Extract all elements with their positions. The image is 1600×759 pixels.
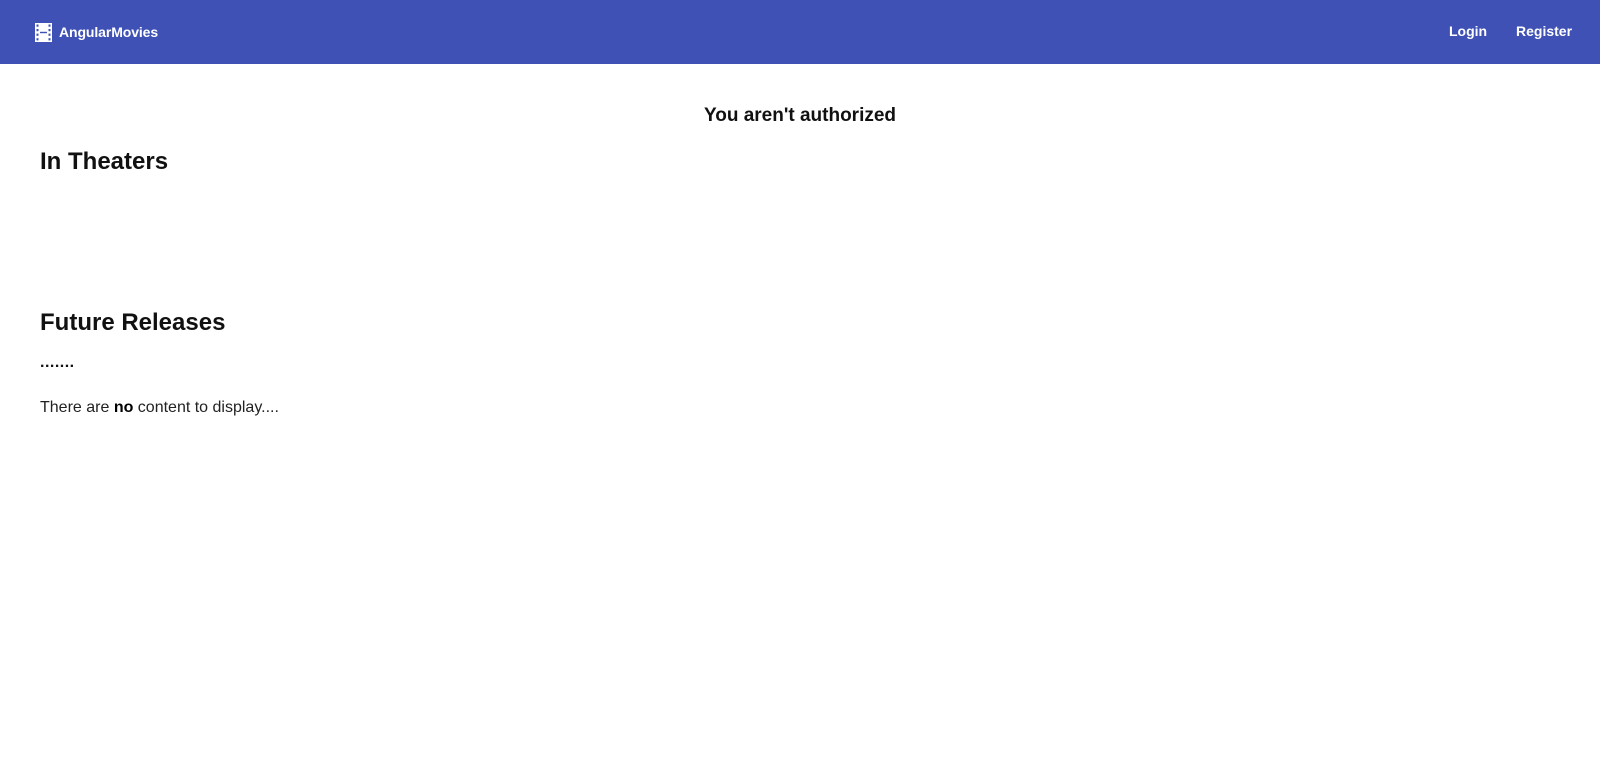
loading-indicator: ....... (40, 354, 75, 371)
top-toolbar: AngularMovies Login Register (0, 0, 1600, 64)
auth-message: You aren't authorized (703, 105, 897, 126)
brand-label: AngularMovies (59, 24, 159, 40)
in-theaters-heading: In Theaters (40, 148, 169, 175)
register-link[interactable]: Register (1516, 22, 1572, 40)
empty-message: There are no content to display.... (40, 398, 279, 418)
film-icon (35, 22, 52, 42)
empty-message-suffix: content to display.... (133, 399, 279, 416)
empty-message-prefix: There are (40, 399, 114, 416)
main-content: You aren't authorized In Theaters Future… (0, 64, 1600, 759)
brand-link[interactable]: AngularMovies (35, 22, 158, 42)
login-link[interactable]: Login (1449, 22, 1487, 40)
future-releases-heading: Future Releases (40, 309, 226, 336)
empty-message-emphasis: no (113, 399, 134, 416)
